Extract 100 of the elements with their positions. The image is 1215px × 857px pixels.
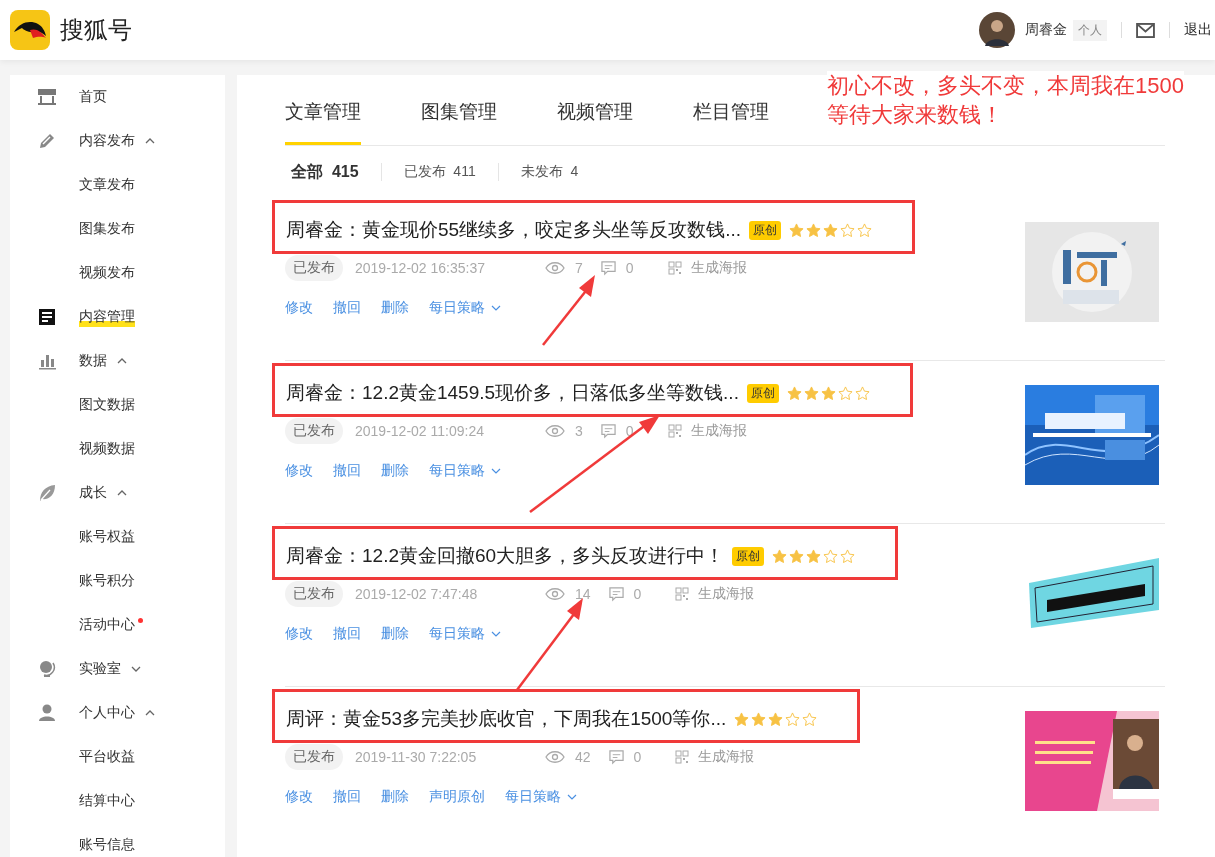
sidebar-subitem[interactable]: 活动中心 xyxy=(10,603,225,647)
sidebar-subitem[interactable]: 文章发布 xyxy=(10,163,225,207)
star-icon xyxy=(772,548,788,564)
eye-icon xyxy=(545,262,565,274)
sidebar-subitem[interactable]: 账号信息 xyxy=(10,823,225,857)
chevron-up-icon[interactable] xyxy=(117,358,127,364)
action-link[interactable]: 撤回 xyxy=(333,625,361,643)
qr-code-icon xyxy=(675,750,690,764)
pencil-icon xyxy=(38,132,56,150)
menu-label: 视频发布 xyxy=(79,264,135,282)
user-name[interactable]: 周睿金 xyxy=(1025,21,1067,39)
document-icon xyxy=(38,308,56,326)
action-link[interactable]: 撤回 xyxy=(333,462,361,480)
article-title[interactable]: 周睿金：12.2黄金回撤60大胆多，多头反攻进行中！ xyxy=(286,543,725,569)
tab[interactable]: 视频管理 xyxy=(557,99,633,145)
original-tag: 原创 xyxy=(749,220,781,240)
account-type-tag: 个人 xyxy=(1073,19,1107,41)
sidebar-subitem[interactable]: 图文数据 xyxy=(10,383,225,427)
article-title[interactable]: 周睿金：12.2黄金1459.5现价多，日落低多坐等数钱... xyxy=(286,380,739,406)
action-link[interactable]: 删除 xyxy=(381,625,409,643)
action-link[interactable]: 删除 xyxy=(381,788,409,806)
star-icon xyxy=(751,711,767,727)
filter-tab[interactable]: 未发布 4 xyxy=(520,163,579,181)
filter-tab[interactable]: 已发布 411 xyxy=(403,163,476,181)
logout-link[interactable]: 退出 xyxy=(1184,21,1212,39)
filter-tab[interactable]: 全部 415 xyxy=(291,161,359,183)
sidebar-item[interactable]: 数据 xyxy=(10,339,225,383)
sidebar-item[interactable]: 成长 xyxy=(10,471,225,515)
avatar-icon[interactable] xyxy=(979,12,1015,48)
status-tag: 已发布 xyxy=(285,744,343,770)
tab[interactable]: 图集管理 xyxy=(421,99,497,145)
qr-code-icon xyxy=(667,424,682,438)
star-icon xyxy=(823,222,838,238)
star-icon xyxy=(785,711,801,727)
chevron-up-icon[interactable] xyxy=(145,710,155,716)
menu-label: 图文数据 xyxy=(79,396,135,414)
view-count: 3 xyxy=(575,423,583,439)
star-icon xyxy=(786,385,802,401)
sidebar-item[interactable]: 内容发布 xyxy=(10,119,225,163)
menu-label: 成长 xyxy=(79,484,107,502)
chevron-up-icon[interactable] xyxy=(117,490,127,496)
brand-name: 搜狐号 xyxy=(60,15,132,45)
action-link[interactable]: 撤回 xyxy=(333,299,361,317)
menu-label: 活动中心 xyxy=(79,616,135,634)
tab[interactable]: 文章管理 xyxy=(285,99,361,145)
sidebar-subitem[interactable]: 图集发布 xyxy=(10,207,225,251)
eye-icon xyxy=(545,588,565,600)
menu-label: 账号积分 xyxy=(79,572,135,590)
star-icon xyxy=(840,548,856,564)
eye-icon xyxy=(545,425,565,437)
comment-icon xyxy=(600,423,616,439)
tab[interactable]: 栏目管理 xyxy=(693,99,769,145)
star-icon xyxy=(803,385,819,401)
chevron-down-icon[interactable] xyxy=(567,794,577,800)
publish-time: 2019-12-02 7:47:48 xyxy=(355,586,479,602)
menu-label: 实验室 xyxy=(79,660,121,678)
menu-label: 结算中心 xyxy=(79,792,135,810)
article-title[interactable]: 周睿金：黄金现价55继续多，咬定多头坐等反攻数钱... xyxy=(286,217,741,243)
original-tag: 原创 xyxy=(732,546,765,566)
article-title[interactable]: 周评：黄金53多完美抄底收官，下周我在1500等你... xyxy=(286,706,727,732)
view-count: 14 xyxy=(575,586,591,602)
sidebar-subitem[interactable]: 视频数据 xyxy=(10,427,225,471)
star-icon xyxy=(854,385,870,401)
star-icon xyxy=(789,548,805,564)
sidebar-subitem[interactable]: 视频发布 xyxy=(10,251,225,295)
sidebar-subitem[interactable]: 结算中心 xyxy=(10,779,225,823)
comment-count: 0 xyxy=(625,423,634,439)
menu-label: 数据 xyxy=(79,352,107,370)
leaf-icon xyxy=(38,484,56,502)
person-icon xyxy=(38,704,56,722)
eye-icon xyxy=(545,751,565,763)
menu-label: 文章发布 xyxy=(79,176,135,194)
sidebar-item[interactable]: 个人中心 xyxy=(10,691,225,735)
action-link[interactable]: 撤回 xyxy=(333,788,361,806)
qr-code-icon xyxy=(675,587,690,601)
chevron-down-icon[interactable] xyxy=(491,631,501,637)
publish-time: 2019-12-02 11:09:24 xyxy=(355,423,485,439)
action-link[interactable]: 删除 xyxy=(381,299,409,317)
comment-icon xyxy=(608,749,624,765)
star-icon xyxy=(802,711,818,727)
chevron-down-icon[interactable] xyxy=(491,305,501,311)
sidebar-subitem[interactable]: 账号积分 xyxy=(10,559,225,603)
comment-count: 0 xyxy=(633,586,642,602)
star-icon xyxy=(823,548,839,564)
star-icon xyxy=(837,385,853,401)
sidebar-subitem[interactable]: 平台收益 xyxy=(10,735,225,779)
star-icon xyxy=(840,222,855,238)
publish-time: 2019-11-30 7:22:05 xyxy=(355,749,478,765)
sidebar-item[interactable]: 首页 xyxy=(10,75,225,119)
chevron-down-icon[interactable] xyxy=(491,468,501,474)
chevron-up-icon[interactable] xyxy=(145,138,155,144)
sidebar-item[interactable]: 内容管理 xyxy=(10,295,225,339)
fox-logo-icon[interactable] xyxy=(10,10,50,50)
mail-icon[interactable] xyxy=(1136,22,1155,38)
action-link[interactable]: 删除 xyxy=(381,462,409,480)
menu-label: 图集发布 xyxy=(79,220,135,238)
menu-label: 内容管理 xyxy=(79,307,135,327)
chevron-down-icon[interactable] xyxy=(131,666,141,672)
sidebar-item[interactable]: 实验室 xyxy=(10,647,225,691)
sidebar-subitem[interactable]: 账号权益 xyxy=(10,515,225,559)
